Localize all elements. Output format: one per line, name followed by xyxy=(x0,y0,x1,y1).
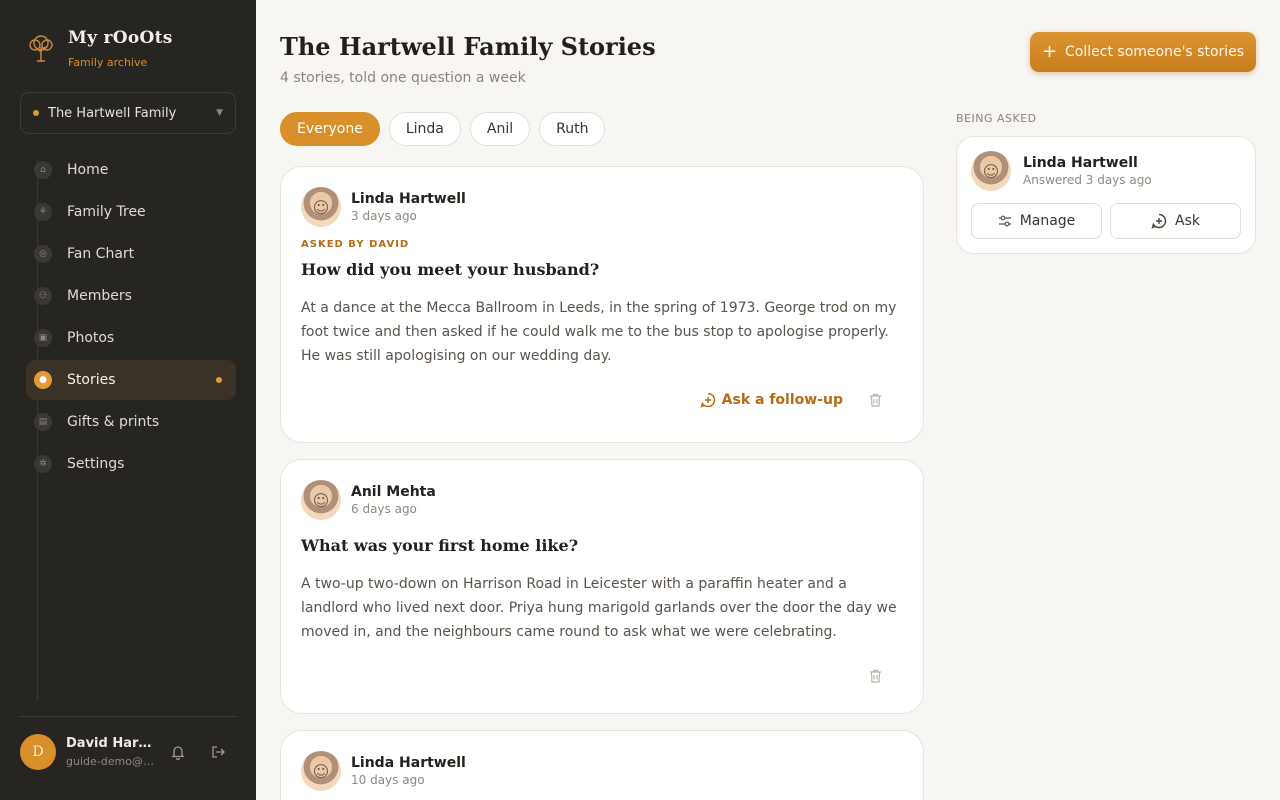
settings-icon: ✲ xyxy=(34,455,52,473)
filter-chip-everyone[interactable]: Everyone xyxy=(280,112,380,146)
being-asked-card: ☺ Linda Hartwell Answered 3 days ago Man… xyxy=(956,136,1256,254)
avatar: ☺ xyxy=(971,151,1011,191)
members-icon: ⚇ xyxy=(34,287,52,305)
person-filter: Everyone Linda Anil Ruth xyxy=(280,112,606,146)
sidebar-item-stories[interactable]: ● Stories xyxy=(26,360,236,400)
user-name: David Hartwell xyxy=(66,736,156,751)
manage-label: Manage xyxy=(1019,213,1076,229)
gift-icon: ▤ xyxy=(34,413,52,431)
microphone-icon: ● xyxy=(34,371,52,389)
avatar: ☺ xyxy=(301,751,341,791)
family-dot xyxy=(33,110,39,116)
brand-subtitle: Family archive xyxy=(68,56,148,69)
being-asked-status: Answered 3 days ago xyxy=(1023,173,1152,187)
sidebar-item-members[interactable]: ⚇ Members xyxy=(26,276,236,316)
family-selector[interactable]: The Hartwell Family ▼ xyxy=(20,92,236,134)
avatar: ☺ xyxy=(301,480,341,520)
bell-icon[interactable] xyxy=(164,738,192,766)
story-question: How did you meet your husband? xyxy=(301,260,600,279)
sidebar-item-label: Family Tree xyxy=(67,204,146,220)
story-time: 6 days ago xyxy=(351,502,417,516)
collect-stories-label: Collect someone's stories xyxy=(1065,44,1245,60)
sidebar-item-label: Members xyxy=(67,288,132,304)
sliders-icon xyxy=(998,215,1011,227)
tree-icon: ⚘ xyxy=(34,203,52,221)
sidebar-item-label: Stories xyxy=(67,372,116,388)
avatar[interactable]: D xyxy=(20,734,56,770)
filter-chip-ruth[interactable]: Ruth xyxy=(539,112,606,146)
sidebar-item-family-tree[interactable]: ⚘ Family Tree xyxy=(26,192,236,232)
plus-icon: + xyxy=(1041,41,1058,62)
ask-follow-up-button[interactable]: Ask a follow-up xyxy=(700,392,843,408)
sidebar-item-label: Fan Chart xyxy=(67,246,135,262)
sidebar-item-fan-chart[interactable]: ◎ Fan Chart xyxy=(26,234,236,274)
user-email: guide-demo@example.com xyxy=(66,755,156,768)
story-time: 3 days ago xyxy=(351,209,417,223)
story-time: 10 days ago xyxy=(351,773,425,787)
sidebar: My rOoOts Family archive The Hartwell Fa… xyxy=(0,0,256,800)
story-author: Linda Hartwell xyxy=(351,755,466,771)
asked-by-label: ASKED BY DAVID xyxy=(301,239,410,250)
sidebar-item-label: Settings xyxy=(67,456,125,472)
brand-name: My rOoOts xyxy=(68,28,173,48)
sidebar-item-label: Photos xyxy=(67,330,115,346)
chevron-down-icon: ▼ xyxy=(216,108,223,118)
collect-stories-button[interactable]: + Collect someone's stories xyxy=(1030,32,1256,72)
sidebar-nav: ⌂ Home ⚘ Family Tree ◎ Fan Chart ⚇ Membe… xyxy=(26,150,236,486)
sidebar-item-label: Home xyxy=(67,162,109,178)
sidebar-item-home[interactable]: ⌂ Home xyxy=(26,150,236,190)
fan-chart-icon: ◎ xyxy=(34,245,52,263)
chat-plus-icon xyxy=(700,392,715,408)
trash-icon[interactable] xyxy=(865,666,885,686)
story-answer: A two-up two-down on Harrison Road in Le… xyxy=(301,576,897,640)
tree-logo-icon xyxy=(26,28,56,68)
sidebar-item-photos[interactable]: ▣ Photos xyxy=(26,318,236,358)
ask-follow-up-label: Ask a follow-up xyxy=(721,392,843,408)
sidebar-item-gifts[interactable]: ▤ Gifts & prints xyxy=(26,402,236,442)
story-card: ☺ Linda Hartwell 10 days ago xyxy=(280,730,924,800)
story-card: ☺ Linda Hartwell 3 days ago ASKED BY DAV… xyxy=(280,166,924,443)
page-title: The Hartwell Family Stories xyxy=(280,32,656,61)
story-question: What was your first home like? xyxy=(301,536,579,555)
sidebar-item-settings[interactable]: ✲ Settings xyxy=(26,444,236,484)
being-asked-name: Linda Hartwell xyxy=(1023,155,1138,171)
being-asked-label: BEING ASKED xyxy=(956,112,1037,125)
photos-icon: ▣ xyxy=(34,329,52,347)
ask-button[interactable]: Ask xyxy=(1110,203,1241,239)
story-author: Anil Mehta xyxy=(351,484,436,500)
family-selector-value: The Hartwell Family xyxy=(48,105,177,121)
user-panel: D David Hartwell guide-demo@example.com xyxy=(20,734,236,770)
avatar: ☺ xyxy=(301,187,341,227)
story-author: Linda Hartwell xyxy=(351,191,466,207)
active-indicator xyxy=(216,377,222,383)
ask-label: Ask xyxy=(1175,213,1200,229)
sidebar-item-label: Gifts & prints xyxy=(67,414,160,430)
manage-button[interactable]: Manage xyxy=(971,203,1102,239)
page-subtitle: 4 stories, told one question a week xyxy=(280,70,526,86)
chat-plus-icon xyxy=(1151,213,1167,229)
filter-chip-linda[interactable]: Linda xyxy=(388,112,461,146)
filter-chip-anil[interactable]: Anil xyxy=(469,112,531,146)
sidebar-divider xyxy=(20,716,236,717)
brand[interactable]: My rOoOts Family archive xyxy=(26,28,173,69)
home-icon: ⌂ xyxy=(34,161,52,179)
trash-icon[interactable] xyxy=(865,390,885,410)
story-answer: At a dance at the Mecca Ballroom in Leed… xyxy=(301,300,897,364)
story-card: ☺ Anil Mehta 6 days ago What was your fi… xyxy=(280,459,924,714)
logout-icon[interactable] xyxy=(204,738,232,766)
